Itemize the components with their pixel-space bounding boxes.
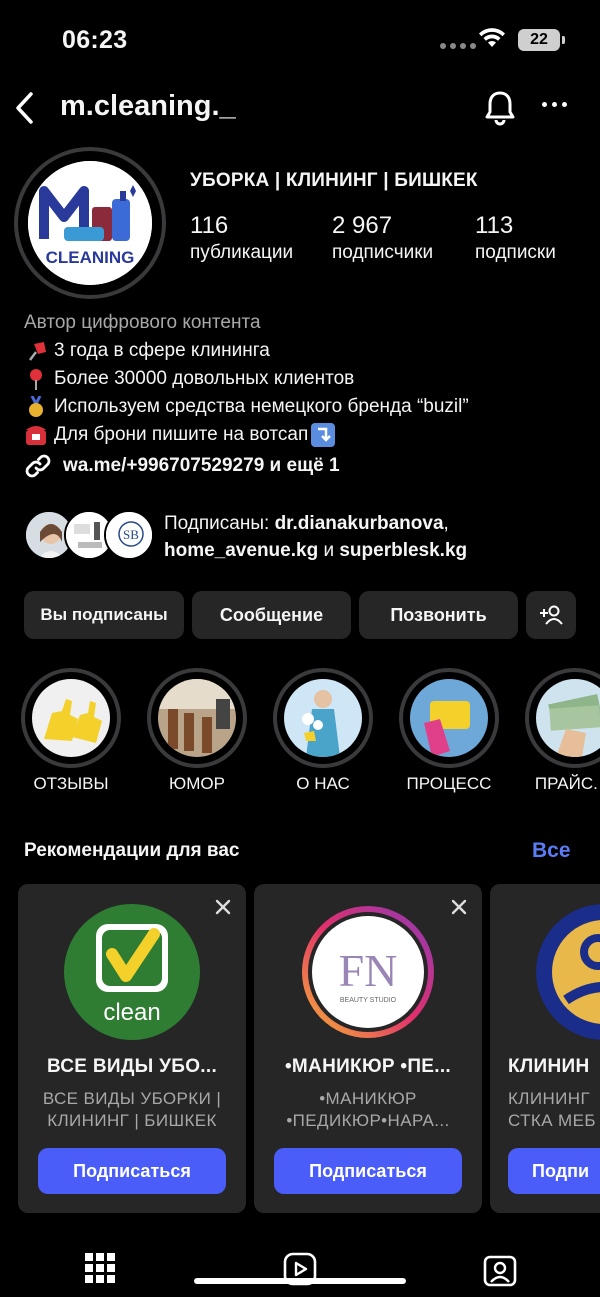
svg-text:CLEANING: CLEANING xyxy=(46,248,135,267)
follower-avatar: SB xyxy=(104,510,154,560)
suggestion-card[interactable]: КЛИНИН КЛИНИНГ СТКА МЕБ Подпи xyxy=(490,884,600,1213)
message-button[interactable]: Сообщение xyxy=(192,591,351,639)
grid-icon[interactable] xyxy=(85,1253,115,1283)
stat-label: публикации xyxy=(190,242,294,263)
followed-by[interactable]: SB Подписаны: dr.dianakurbanova, home_av… xyxy=(24,508,594,568)
suggestion-card[interactable]: FN BEAUTY STUDIO •МАНИКЮР •ПЕ... •МАНИКЮ… xyxy=(254,884,482,1213)
suggestion-avatar: clean xyxy=(64,904,200,1040)
follow-button[interactable]: Подписаться xyxy=(38,1148,226,1194)
stat-value: 2 967 xyxy=(332,212,393,239)
close-icon[interactable] xyxy=(214,898,232,916)
jannat-logo-icon xyxy=(536,904,600,1040)
stat-value: 116 xyxy=(190,212,229,239)
highlight-thumbnail xyxy=(32,679,110,757)
back-arrow-icon[interactable] xyxy=(12,88,38,128)
profile-bio: Автор цифрового контента 3 года в сфере … xyxy=(24,309,584,449)
bio-category: Автор цифрового контента xyxy=(24,312,261,333)
follower-username[interactable]: home_avenue.kg xyxy=(164,540,318,561)
home-indicator[interactable] xyxy=(194,1278,406,1284)
profile-tab-bar xyxy=(0,1240,600,1297)
telephone-emoji-icon xyxy=(26,426,46,445)
link-icon xyxy=(25,454,51,478)
stat-value: 113 xyxy=(475,212,514,239)
stat-following[interactable]: 113 подписки xyxy=(475,212,556,264)
tagged-icon[interactable] xyxy=(482,1252,518,1288)
follow-button[interactable]: Подпи xyxy=(508,1148,600,1194)
battery-indicator: 22 xyxy=(518,29,565,51)
medal-emoji-icon xyxy=(29,396,43,417)
story-highlight[interactable]: О НАС xyxy=(273,668,373,794)
round-pushpin-emoji-icon xyxy=(30,369,42,390)
followed-by-text: Подписаны: dr.dianakurbanova, home_avenu… xyxy=(164,513,468,561)
call-button[interactable]: Позвонить xyxy=(359,591,518,639)
see-all-link[interactable]: Все xyxy=(532,839,571,863)
suggestion-card[interactable]: clean ВСЕ ВИДЫ УБО... ВСЕ ВИДЫ УБОРКИ | … xyxy=(18,884,246,1213)
follower-username[interactable]: dr.dianakurbanova xyxy=(275,513,444,534)
suggestion-description: КЛИНИНГ СТКА МЕБ xyxy=(508,1089,596,1130)
suggestion-name: •МАНИКЮР •ПЕ... xyxy=(284,1056,452,1077)
profile-username: m.cleaning._ xyxy=(60,90,236,122)
highlight-label: ЮМОР xyxy=(169,774,225,793)
bio-link[interactable]: wa.me/+996707529279 и ещё 1 xyxy=(24,452,340,480)
bio-line: Для брони пишите на вотсап xyxy=(24,421,584,449)
bio-line-text: Для брони пишите на вотсап xyxy=(54,424,309,445)
clean-logo-icon: clean xyxy=(64,904,200,1040)
svg-text:clean: clean xyxy=(103,999,160,1026)
suggestion-name: ВСЕ ВИДЫ УБО... xyxy=(46,1056,218,1077)
profile-avatar: CLEANING xyxy=(28,161,152,285)
signal-icon xyxy=(440,43,476,49)
suggestion-description: •МАНИКЮР •ПЕДИКЮР•НАРА... xyxy=(286,1089,450,1130)
add-person-icon xyxy=(540,605,563,625)
highlight-label: О НАС xyxy=(296,774,350,793)
profile-category: УБОРКА | КЛИНИНГ | БИШКЕК xyxy=(190,170,478,191)
nav-bar: m.cleaning._ xyxy=(0,80,600,136)
story-highlight[interactable]: ПРОЦЕСС xyxy=(399,668,499,794)
cleaning-logo-icon: CLEANING xyxy=(28,161,152,285)
recommendations-title: Рекомендации для вас xyxy=(24,840,240,861)
stat-posts[interactable]: 116 публикации xyxy=(190,212,293,264)
arrow-down-emoji-icon xyxy=(311,423,336,447)
bio-link-text: wa.me/+996707529279 и ещё 1 xyxy=(63,455,340,476)
suggest-people-button[interactable] xyxy=(526,591,576,639)
highlight-label: ПРОЦЕСС xyxy=(406,774,492,793)
highlight-thumbnail xyxy=(410,679,488,757)
svg-text:FN: FN xyxy=(339,945,398,996)
svg-text:BEAUTY STUDIO: BEAUTY STUDIO xyxy=(340,997,397,1004)
highlight-label: ПРАЙС. Ц xyxy=(534,774,600,793)
bio-line: Используем средства немецкого бренда “bu… xyxy=(24,393,584,421)
bio-line-text: Используем средства немецкого бренда “bu… xyxy=(54,396,469,417)
follow-button[interactable]: Подписаться xyxy=(274,1148,462,1194)
svg-text:SB: SB xyxy=(123,527,139,542)
status-time: 06:23 xyxy=(62,26,128,54)
bio-line-text: Более 30000 довольных клиентов xyxy=(54,368,355,389)
story-highlight[interactable]: ПРАЙС. Ц xyxy=(525,668,600,794)
close-icon[interactable] xyxy=(450,898,468,916)
suggestion-avatar: FN BEAUTY STUDIO xyxy=(300,904,436,1040)
follower-username[interactable]: superblesk.kg xyxy=(339,540,467,561)
bell-icon[interactable] xyxy=(483,89,517,127)
suggestion-avatar xyxy=(536,904,600,1040)
bio-line: Более 30000 довольных клиентов xyxy=(24,365,584,393)
suggestion-description: ВСЕ ВИДЫ УБОРКИ | КЛИНИНГ | БИШКЕК xyxy=(42,1089,222,1130)
story-highlight[interactable]: ОТЗЫВЫ xyxy=(21,668,121,794)
stat-label: подписки xyxy=(475,242,556,263)
fn-beauty-logo-icon: FN BEAUTY STUDIO xyxy=(302,906,434,1038)
more-options-icon[interactable] xyxy=(542,102,567,107)
bio-line-text: 3 года в сфере клининга xyxy=(54,340,270,361)
suggestion-name: КЛИНИН xyxy=(508,1056,590,1077)
status-bar: 06:23 22 xyxy=(0,0,600,80)
highlight-label: ОТЗЫВЫ xyxy=(33,774,109,793)
highlight-thumbnail xyxy=(284,679,362,757)
following-button[interactable]: Вы подписаны xyxy=(24,591,184,639)
bio-line: 3 года в сфере клининга xyxy=(24,337,584,365)
story-highlight[interactable]: ЮМОР xyxy=(147,668,247,794)
highlight-thumbnail xyxy=(158,679,236,757)
wifi-icon xyxy=(479,28,505,47)
highlight-thumbnail xyxy=(536,679,600,757)
profile-avatar-ring[interactable]: CLEANING xyxy=(14,147,166,299)
stat-followers[interactable]: 2 967 подписчики xyxy=(332,212,433,264)
stat-label: подписчики xyxy=(332,242,434,263)
pushpin-emoji-icon xyxy=(29,342,46,361)
